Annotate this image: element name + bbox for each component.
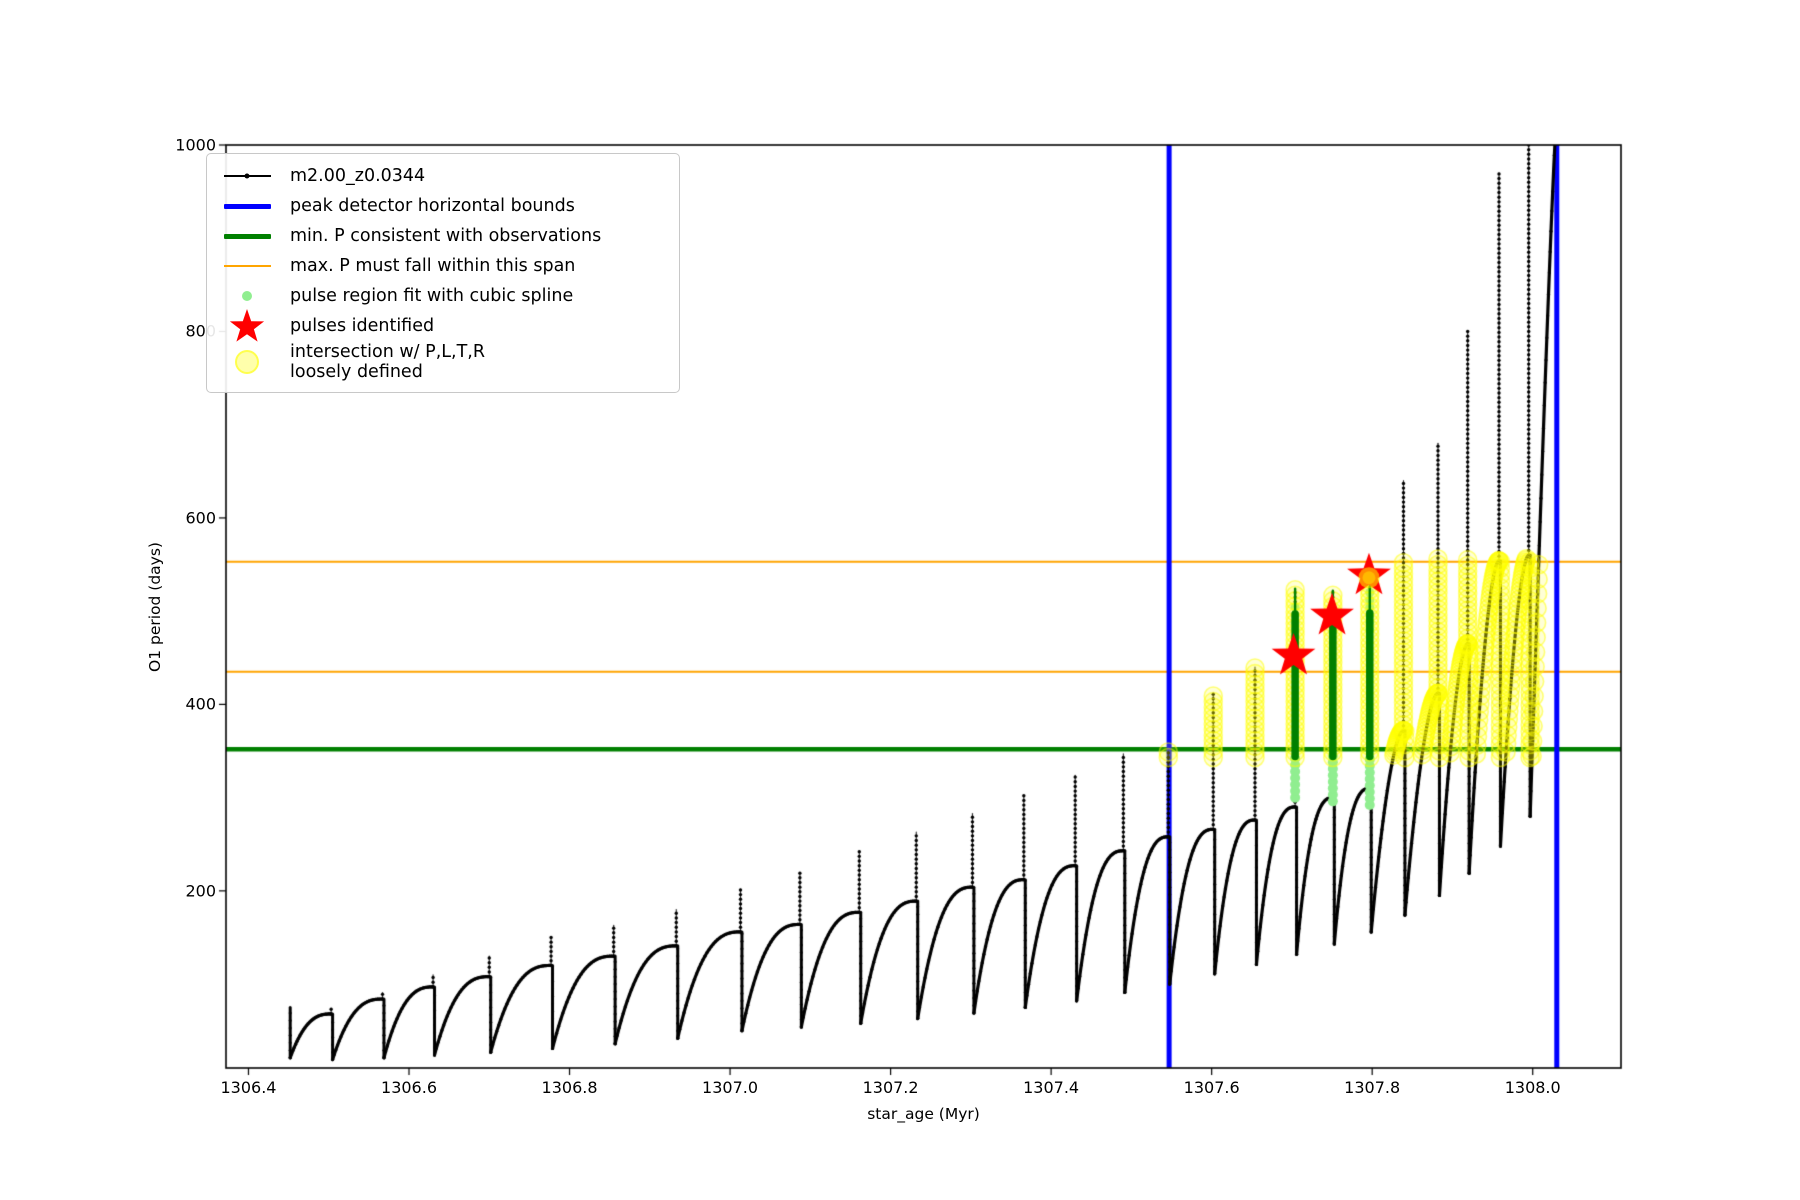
- legend-label: pulse region fit with cubic spline: [290, 285, 574, 306]
- y-tick-label: 600: [185, 508, 216, 528]
- x-tick-label: 1306.4: [220, 1078, 277, 1097]
- legend-entry: intersection w/ P,L,T,R loosely defined: [221, 341, 671, 383]
- legend-label: peak detector horizontal bounds: [290, 195, 575, 216]
- legend-entry: min. P consistent with observations: [221, 221, 671, 251]
- x-tick-label: 1307.8: [1344, 1078, 1401, 1097]
- y-axis-label: O1 period (days): [146, 541, 164, 672]
- figure: 1306.4 1306.6 1306.8 1307.0 1307.2 1307.…: [0, 0, 1800, 1200]
- legend-entry: max. P must fall within this span: [221, 251, 671, 281]
- x-tick-label: 1307.6: [1183, 1078, 1240, 1097]
- x-tick-label: 1307.4: [1023, 1078, 1080, 1097]
- x-tick-label: 1308.0: [1504, 1078, 1561, 1097]
- min-p-line-sample: [221, 233, 273, 239]
- legend: m2.00_z0.0344 peak detector horizontal b…: [206, 153, 680, 393]
- legend-entry: peak detector horizontal bounds: [221, 191, 671, 221]
- x-tick-label: 1306.8: [541, 1078, 598, 1097]
- max-p-line-sample: [221, 264, 273, 268]
- legend-entry: pulses identified: [221, 308, 671, 342]
- legend-label: max. P must fall within this span: [290, 255, 576, 276]
- legend-label: intersection w/ P,L,T,R loosely defined: [290, 341, 485, 382]
- series-line-sample: [221, 173, 273, 179]
- y-tick-label: 200: [185, 881, 216, 901]
- intersection-dot-sample: [221, 350, 273, 374]
- pulse-star-icon: [221, 308, 273, 345]
- series-marker-icon: [244, 173, 250, 179]
- x-tick-label: 1307.2: [862, 1078, 919, 1097]
- legend-label: pulses identified: [290, 315, 435, 336]
- spline-dot-sample: [221, 291, 273, 301]
- legend-label: m2.00_z0.0344: [290, 165, 426, 186]
- legend-entry: pulse region fit with cubic spline: [221, 281, 671, 311]
- legend-entry: m2.00_z0.0344: [221, 161, 671, 191]
- y-tick-label: 1000: [175, 135, 216, 155]
- x-tick-label: 1307.0: [702, 1078, 759, 1097]
- bounds-line-sample: [221, 203, 273, 209]
- y-tick-label: 400: [185, 694, 216, 714]
- x-tick-label: 1306.6: [381, 1078, 437, 1097]
- x-axis-label: star_age (Myr): [867, 1105, 980, 1123]
- legend-label: min. P consistent with observations: [290, 225, 602, 246]
